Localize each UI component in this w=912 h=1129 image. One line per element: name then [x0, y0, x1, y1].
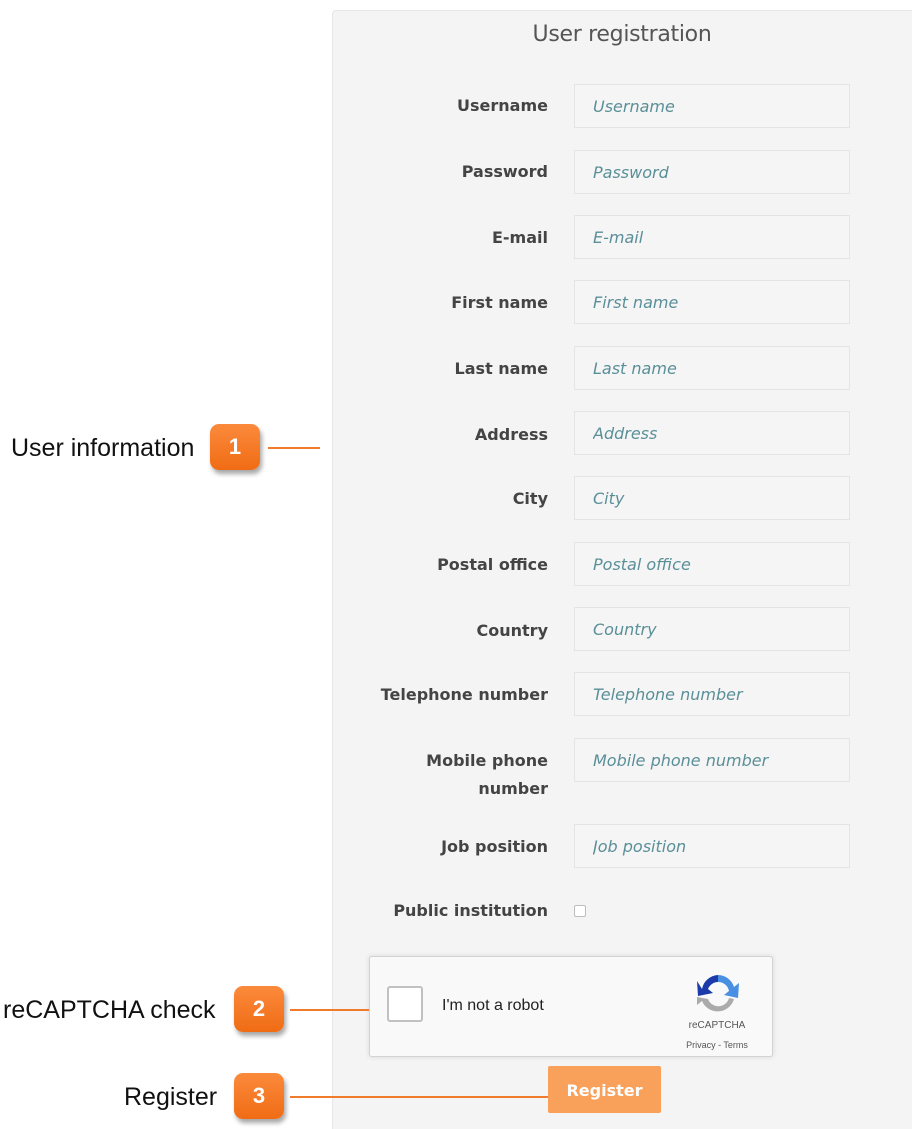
first-name-input[interactable] — [574, 280, 850, 324]
address-label: Address — [474, 425, 548, 444]
annotation-leader-2 — [290, 1009, 369, 1011]
postal-office-input[interactable] — [574, 542, 850, 586]
password-input[interactable] — [574, 150, 850, 194]
first-name-label: First name — [451, 293, 548, 312]
annotation-badge-1: 1 — [210, 424, 260, 470]
password-label: Password — [461, 162, 548, 181]
recaptcha-logo-icon — [696, 975, 739, 1012]
annotation-leader-3 — [290, 1096, 548, 1098]
annotation-register-label: Register — [124, 1083, 218, 1111]
last-name-input[interactable] — [574, 346, 850, 390]
form-title: User registration — [532, 22, 712, 47]
address-input[interactable] — [574, 411, 850, 455]
username-label: Username — [457, 96, 548, 115]
recaptcha-widget: I'm not a robot reCAPTCHA Privacy - Term… — [369, 956, 773, 1057]
email-input[interactable] — [574, 215, 850, 259]
annotation-leader-1 — [268, 447, 320, 449]
recaptcha-privacy-terms[interactable]: Privacy - Terms — [670, 1040, 764, 1050]
city-input[interactable] — [574, 476, 850, 520]
email-label: E-mail — [491, 228, 548, 247]
country-input[interactable] — [574, 607, 850, 651]
public-institution-label: Public institution — [393, 901, 548, 920]
annotation-user-information-label: User information — [11, 434, 195, 462]
username-input[interactable] — [574, 84, 850, 128]
mobile-phone-input[interactable] — [574, 738, 850, 782]
annotation-recaptcha-check-label: reCAPTCHA check — [3, 996, 216, 1024]
city-label: City — [512, 489, 548, 508]
telephone-input[interactable] — [574, 672, 850, 716]
recaptcha-text: I'm not a robot — [442, 997, 544, 1014]
public-institution-checkbox[interactable] — [574, 905, 586, 917]
annotation-badge-3: 3 — [234, 1073, 284, 1119]
telephone-label: Telephone number — [380, 685, 548, 704]
recaptcha-checkbox[interactable] — [387, 986, 423, 1022]
register-button[interactable]: Register — [548, 1066, 661, 1113]
postal-office-label: Postal office — [437, 555, 548, 574]
annotation-badge-2: 2 — [234, 986, 284, 1032]
job-position-input[interactable] — [574, 824, 850, 868]
mobile-phone-label: Mobile phone number — [426, 751, 548, 798]
country-label: Country — [476, 621, 548, 640]
last-name-label: Last name — [454, 359, 548, 378]
job-position-label: Job position — [441, 837, 548, 856]
recaptcha-brand: reCAPTCHA — [688, 1020, 746, 1031]
